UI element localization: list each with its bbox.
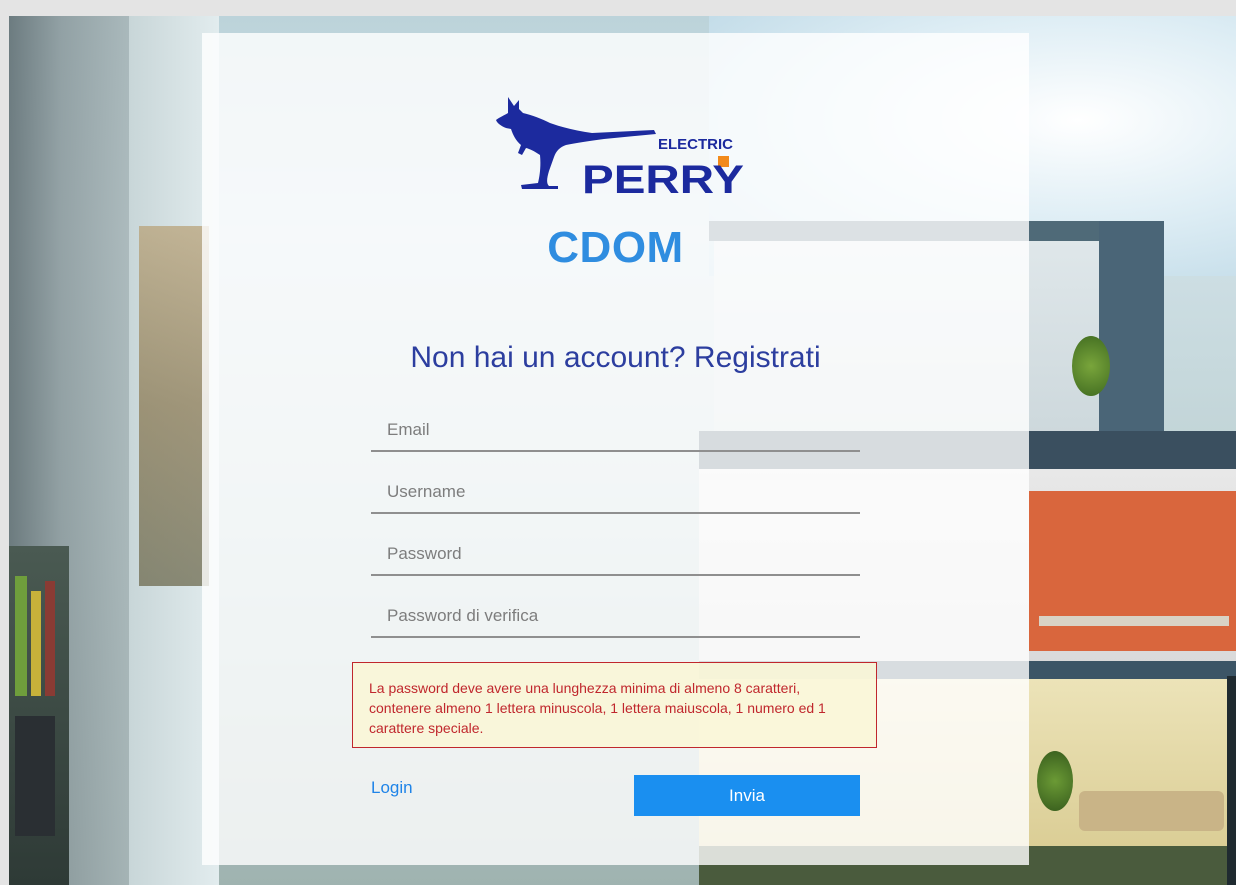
email-field xyxy=(371,410,860,452)
password-field xyxy=(371,534,860,576)
house-plant xyxy=(1037,751,1073,811)
background-book xyxy=(15,716,55,836)
username-field xyxy=(371,472,860,514)
password-confirm-input[interactable] xyxy=(371,596,860,636)
email-input[interactable] xyxy=(371,410,860,450)
house-orange-wall xyxy=(1029,491,1236,651)
register-heading: Non hai un account? Registrati xyxy=(410,341,821,374)
background-book xyxy=(31,591,41,696)
password-input[interactable] xyxy=(371,534,860,574)
password-error-message: La password deve avere una lunghezza min… xyxy=(352,662,877,748)
house-sofa xyxy=(1079,791,1224,831)
logo-electric-text: ELECTRIC xyxy=(658,136,733,153)
submit-button[interactable]: Invia xyxy=(634,775,860,816)
background-book xyxy=(15,576,27,696)
house-edge xyxy=(1227,676,1236,885)
registration-panel: ELECTRIC PERRY CDOM Non hai un account? … xyxy=(202,33,1029,865)
password-confirm-field xyxy=(371,596,860,638)
background-artwork xyxy=(139,226,209,586)
house-plant xyxy=(1072,336,1110,396)
house-facade xyxy=(1099,221,1164,436)
house-desk xyxy=(1039,616,1229,626)
background-book xyxy=(45,581,55,696)
logo-perry-text: PERRY xyxy=(582,158,744,202)
username-input[interactable] xyxy=(371,472,860,512)
login-link[interactable]: Login xyxy=(371,778,413,798)
app-title: CDOM xyxy=(547,223,684,272)
perry-electric-logo: ELECTRIC PERRY xyxy=(496,97,744,202)
